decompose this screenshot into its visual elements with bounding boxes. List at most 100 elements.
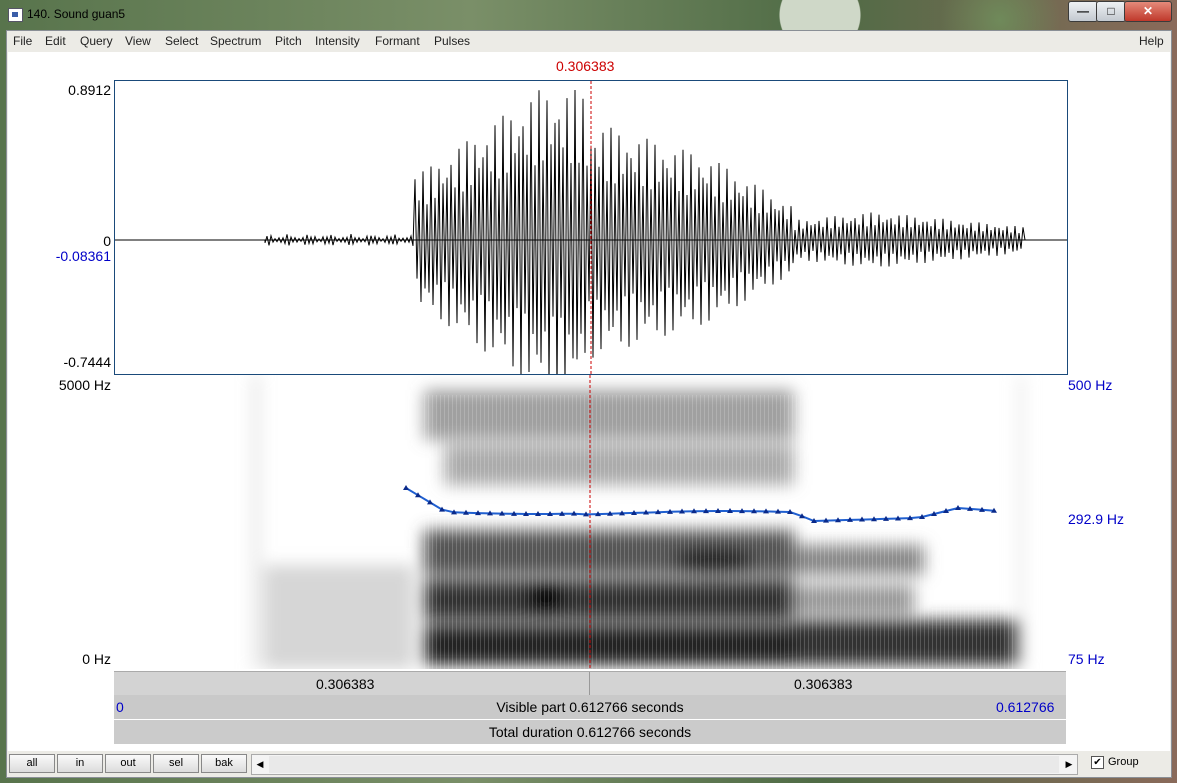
editor-canvas[interactable]: 0.306383 0.8912 0 -0.08361 -0.7444 5000 …	[8, 52, 1170, 751]
left-part-duration: 0.306383	[316, 676, 375, 692]
minimize-button[interactable]: —	[1068, 1, 1098, 22]
group-checkbox[interactable]: ✔	[1091, 756, 1104, 769]
spectrogram-striation	[620, 395, 621, 669]
spectrogram-striation	[992, 395, 993, 669]
visible-part-label: Visible part 0.612766 seconds	[496, 699, 684, 715]
spectrogram-striation	[452, 395, 453, 669]
spectrogram-striation	[528, 395, 529, 669]
spectrogram-striation	[472, 395, 473, 669]
spectrogram-striation	[680, 395, 681, 669]
zoom-in-button[interactable]: in	[57, 754, 103, 773]
spectrogram-striation	[648, 395, 649, 669]
spectrogram-striation	[428, 395, 429, 669]
menu-select[interactable]: Select	[165, 34, 198, 48]
zoom-out-button[interactable]: out	[105, 754, 151, 773]
menu-spectrum[interactable]: Spectrum	[210, 34, 261, 48]
selection-duration-bar[interactable]: 0.306383 0.306383	[114, 671, 1066, 695]
menu-help[interactable]: Help	[1139, 34, 1164, 48]
spectrogram-striation	[972, 395, 973, 669]
spectrogram-striation	[956, 395, 957, 669]
zoom-selection-button[interactable]: sel	[153, 754, 199, 773]
scroll-left-arrow-icon[interactable]: ◀	[252, 755, 268, 774]
spectrogram-striation	[844, 395, 845, 669]
spectrogram-striation	[588, 395, 589, 669]
spectrogram-striation	[880, 395, 881, 669]
spectrogram-striation	[440, 395, 441, 669]
horizontal-scrollbar[interactable]: ◀ ▶	[251, 754, 1078, 775]
spectrogram-striation	[500, 395, 501, 669]
waveform-panel[interactable]	[114, 80, 1068, 391]
spectrogram-striation	[756, 395, 757, 669]
spectrogram-striation	[508, 395, 509, 669]
spectrogram-striation	[748, 395, 749, 669]
maximize-button[interactable]: □	[1096, 1, 1126, 22]
pitch-mid-label: 292.9 Hz	[1068, 511, 1125, 527]
zoom-back-button[interactable]: bak	[201, 754, 247, 773]
spectrogram-striation	[664, 395, 665, 669]
spectrogram-striation	[888, 395, 889, 669]
sound-editor-window: 140. Sound guan5 — □ ✕ File Edit Query V…	[0, 0, 1177, 783]
right-part-duration: 0.306383	[794, 676, 853, 692]
waveform-plot	[115, 81, 1067, 391]
spectrogram-striation	[868, 395, 869, 669]
spectrogram-striation	[612, 395, 613, 669]
scroll-thumb[interactable]	[269, 756, 1059, 773]
spectrogram-striation	[460, 395, 461, 669]
spectrogram-striation	[584, 395, 585, 669]
spectrogram-striation	[816, 395, 817, 669]
close-button[interactable]: ✕	[1124, 1, 1172, 22]
total-duration-bar[interactable]: Total duration 0.612766 seconds	[114, 720, 1066, 744]
spectrogram-panel[interactable]	[114, 375, 1066, 669]
spectrogram-striation	[672, 395, 673, 669]
scroll-right-arrow-icon[interactable]: ▶	[1061, 755, 1077, 774]
menu-intensity[interactable]: Intensity	[315, 34, 360, 48]
spectrogram-striation	[1012, 395, 1013, 669]
spectrogram-striation	[912, 395, 913, 669]
spectrogram-striation	[592, 395, 593, 669]
spectrogram-striation	[492, 395, 493, 669]
spectrogram-striation	[536, 395, 537, 669]
menu-formant[interactable]: Formant	[375, 34, 420, 48]
spectrogram-striation	[736, 395, 737, 669]
window-client: File Edit Query View Select Spectrum Pit…	[6, 30, 1172, 778]
spectrogram-striation	[924, 395, 925, 669]
spectrogram-striation	[632, 395, 633, 669]
spectrogram-striation	[688, 395, 689, 669]
spectrogram-striation	[944, 395, 945, 669]
spectrogram-striation	[832, 395, 833, 669]
zoom-all-button[interactable]: all	[9, 754, 55, 773]
visible-part-bar[interactable]: 0 Visible part 0.612766 seconds 0.612766	[114, 695, 1066, 719]
spectrogram-striation	[820, 395, 821, 669]
menu-file[interactable]: File	[13, 34, 32, 48]
waveform-zero-label: 0	[103, 233, 111, 249]
spectrogram-striation	[576, 395, 577, 669]
spectrogram-striation	[768, 395, 769, 669]
visible-end-time: 0.612766	[996, 699, 1055, 715]
menu-pitch[interactable]: Pitch	[275, 34, 302, 48]
spectrogram-striation	[488, 395, 489, 669]
spectrogram-striation	[804, 395, 805, 669]
menu-edit[interactable]: Edit	[45, 34, 66, 48]
spectrogram-striation	[824, 395, 825, 669]
spectrogram-striation	[516, 395, 517, 669]
waveform-ymax-label: 0.8912	[68, 82, 111, 98]
spectrogram-fmin-label: 0 Hz	[82, 651, 111, 667]
spectrogram-striation	[776, 395, 777, 669]
spectrogram-striation	[704, 395, 705, 669]
title-bar[interactable]: 140. Sound guan5 — □ ✕	[0, 0, 1177, 30]
bottom-toolbar: all in out sel bak ◀ ▶ ✔ Group	[7, 751, 1171, 777]
menu-pulses[interactable]: Pulses	[434, 34, 470, 48]
spectrogram-striation	[544, 395, 545, 669]
spectrogram-striation	[696, 395, 697, 669]
spectrogram-striation	[724, 395, 725, 669]
cursor-divider	[589, 672, 590, 695]
spectrogram-striation	[996, 395, 997, 669]
menu-query[interactable]: Query	[80, 34, 113, 48]
spectrogram-striation	[556, 395, 557, 669]
spectrogram-striation	[708, 395, 709, 669]
spectrogram-striation	[480, 395, 481, 669]
menu-bar: File Edit Query View Select Spectrum Pit…	[7, 31, 1171, 51]
spectrogram-striation	[752, 395, 753, 669]
spectrogram-striation	[608, 395, 609, 669]
menu-view[interactable]: View	[125, 34, 151, 48]
